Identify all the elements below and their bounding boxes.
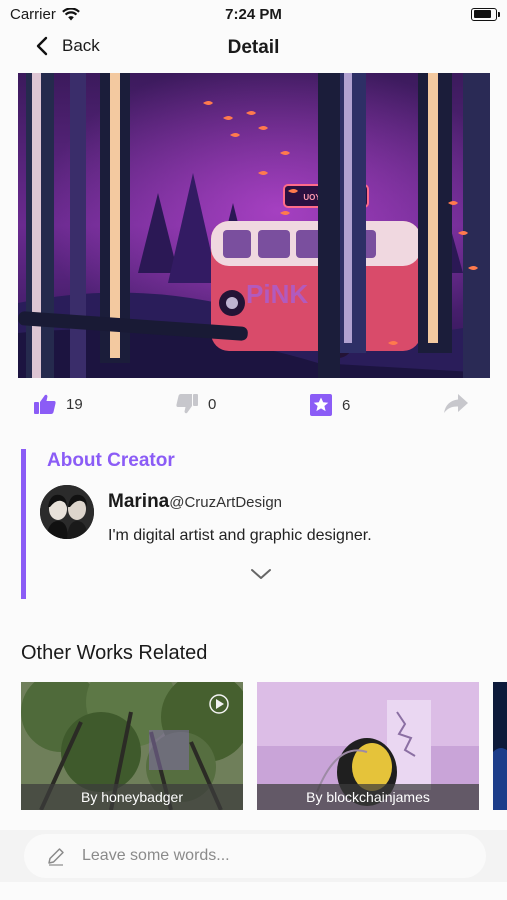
share-button[interactable] [444,394,468,414]
comment-placeholder: Leave some words... [82,847,230,864]
work-card[interactable]: By blockchainjames [257,682,479,810]
battery-icon [471,7,500,21]
about-creator-section: About Creator Marina@CruzArtDesign I'm d… [21,449,491,599]
comment-count: 0 [208,395,217,413]
status-bar: Carrier 7:24 PM [0,0,507,28]
comment-input[interactable]: Leave some words... [24,834,486,878]
thumbs-up-icon [34,394,56,414]
artwork-image[interactable]: PiNK UOY 316 JA [18,73,490,378]
back-button[interactable]: Back [36,36,100,56]
comment-bar: Leave some words... [0,830,507,882]
svg-text:PiNK: PiNK [246,279,308,309]
about-creator-title: About Creator [47,450,175,471]
creator-name[interactable]: Marina [108,491,169,512]
status-left: Carrier [10,6,80,23]
favorite-button[interactable]: 6 [310,394,350,416]
thumbs-down-icon [176,394,198,414]
work-thumbnail [493,682,507,810]
work-caption: By honeybadger [21,784,243,810]
favorite-count: 6 [342,396,351,414]
wifi-icon [61,7,80,20]
artwork-illustration: PiNK UOY 316 JA [18,73,490,378]
creator-handle[interactable]: @CruzArtDesign [169,494,282,511]
back-label: Back [62,36,100,55]
creator-photo [40,485,94,539]
work-caption: By blockchainjames [257,784,479,810]
creator-name-row: Marina@CruzArtDesign [108,491,282,513]
like-count: 19 [66,395,83,413]
avatar[interactable] [40,485,94,539]
work-card[interactable] [493,682,507,810]
like-button[interactable]: 19 [34,394,83,414]
nav-bar: Back Detail [0,28,507,68]
chevron-left-icon [36,36,48,56]
carrier-label: Carrier [10,5,56,23]
action-row: 19 0 6 [0,394,507,426]
creator-bio: I'm digital artist and graphic designer. [108,527,372,544]
other-works-list[interactable]: By honeybadger By blockchainjames [21,682,507,812]
battery-level [473,10,492,18]
chevron-down-icon [251,569,271,579]
share-arrow-icon [444,394,468,413]
other-works-title: Other Works Related [21,642,208,664]
comment-button[interactable]: 0 [176,394,216,414]
work-card[interactable]: By honeybadger [21,682,243,810]
pencil-icon [48,848,64,866]
expand-button[interactable] [250,567,272,585]
star-box-icon [310,394,332,416]
